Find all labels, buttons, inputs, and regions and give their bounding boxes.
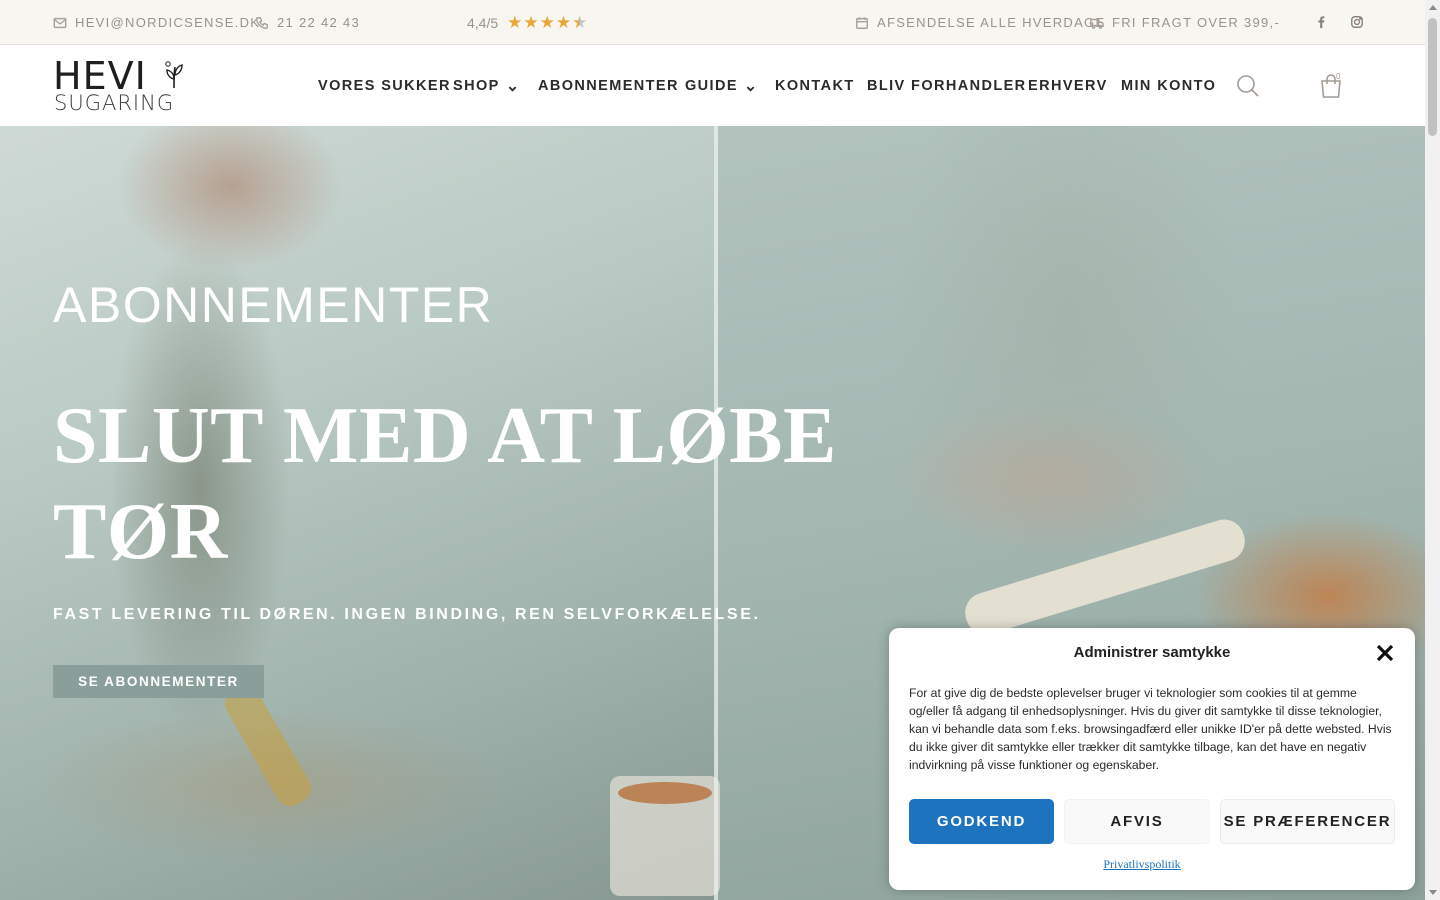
- nav-min-konto[interactable]: MIN KONTO: [1121, 45, 1216, 126]
- envelope-icon: [53, 17, 67, 28]
- nav-kontakt[interactable]: KONTAKT: [775, 45, 855, 126]
- preferences-button[interactable]: SE PRÆFERENCER: [1220, 799, 1395, 844]
- topbar-free-shipping-text: FRI FRAGT OVER 399,-: [1112, 15, 1281, 30]
- site-logo[interactable]: HEVI SUGARING: [53, 57, 188, 115]
- nav-shop[interactable]: SHOP: [453, 45, 517, 126]
- consent-body: For at give dig de bedste oplevelser bru…: [909, 686, 1392, 772]
- consent-title: Administrer samtykke: [1073, 644, 1231, 661]
- star-icon: ★: [523, 13, 539, 32]
- nav-vores-sukker[interactable]: VORES SUKKER: [318, 45, 451, 126]
- facebook-icon[interactable]: [1313, 14, 1329, 30]
- rating[interactable]: 4,4/5 ★ ★ ★ ★ ★: [467, 0, 587, 45]
- star-icon: ★: [507, 13, 523, 32]
- accept-button[interactable]: GODKEND: [909, 799, 1054, 844]
- half-star-icon: ★: [572, 13, 588, 32]
- rating-stars: ★ ★ ★ ★ ★: [507, 14, 587, 31]
- close-icon[interactable]: [1375, 643, 1395, 663]
- topbar-phone[interactable]: 21 22 42 43: [255, 0, 360, 45]
- nav-bliv-forhandler[interactable]: BLIV FORHANDLER: [867, 45, 1027, 126]
- top-bar: HEVI@NORDICSENSE.DK 21 22 42 43 4,4/5 ★ …: [0, 0, 1425, 45]
- scroll-up-arrow-icon[interactable]: [1429, 5, 1437, 10]
- truck-icon: [1090, 18, 1104, 29]
- leaf-icon: [165, 61, 183, 89]
- chevron-down-icon: [508, 81, 517, 92]
- cart-count-badge: 0: [1336, 72, 1341, 81]
- hero-title: SLUT MED AT LØBE TØR: [53, 392, 837, 576]
- deny-button[interactable]: AFVIS: [1064, 799, 1210, 844]
- hero-subtitle: FAST LEVERING TIL DØREN. INGEN BINDING, …: [53, 606, 761, 623]
- nav-label: GUIDE: [685, 77, 738, 94]
- instagram-icon[interactable]: [1349, 14, 1365, 30]
- logo-text-primary: HEVI: [53, 54, 147, 98]
- nav-erhverv[interactable]: ERHVERV: [1028, 45, 1108, 126]
- topbar-phone-text[interactable]: 21 22 42 43: [277, 15, 360, 30]
- scrollbar-thumb[interactable]: [1428, 18, 1437, 136]
- nav-label: SHOP: [453, 77, 500, 94]
- topbar-email[interactable]: HEVI@NORDICSENSE.DK: [53, 0, 260, 45]
- cookie-consent-dialog: Administrer samtykke For at give dig de …: [889, 628, 1415, 890]
- hero-decor: [610, 776, 720, 896]
- nav-abonnementer[interactable]: ABONNEMENTER: [538, 45, 679, 126]
- search-icon[interactable]: [1235, 73, 1261, 99]
- nav-label: KONTAKT: [775, 77, 855, 94]
- star-icon: ★: [539, 13, 555, 32]
- calendar-icon: [856, 16, 868, 29]
- topbar-shipping-days: AFSENDELSE ALLE HVERDAGE: [855, 0, 1105, 45]
- phone-icon: [256, 16, 268, 29]
- hero-eyebrow: ABONNEMENTER: [53, 277, 494, 333]
- privacy-policy-link[interactable]: Privatlivspolitik: [889, 857, 1395, 872]
- nav-label: ABONNEMENTER: [538, 77, 679, 94]
- nav-label: ERHVERV: [1028, 77, 1108, 94]
- nav-label: BLIV FORHANDLER: [867, 77, 1027, 94]
- chevron-down-icon: [746, 81, 755, 92]
- topbar-email-text[interactable]: HEVI@NORDICSENSE.DK: [75, 15, 260, 30]
- logo-text-secondary: SUGARING: [54, 91, 175, 115]
- rating-text: 4,4/5: [467, 14, 499, 31]
- nav-label: MIN KONTO: [1121, 77, 1217, 94]
- topbar-free-shipping: FRI FRAGT OVER 399,-: [1090, 0, 1280, 45]
- site-header: HEVI SUGARING VORES SUKKER SHOP ABONNEME…: [0, 45, 1425, 126]
- star-icon: ★: [555, 13, 572, 32]
- page-scrollbar[interactable]: [1425, 0, 1440, 900]
- nav-guide[interactable]: GUIDE: [685, 45, 755, 126]
- nav-label: VORES SUKKER: [318, 77, 451, 94]
- scroll-down-arrow-icon[interactable]: [1429, 890, 1437, 895]
- see-subscriptions-button[interactable]: SE ABONNEMENTER: [53, 665, 264, 698]
- topbar-shipping-days-text: AFSENDELSE ALLE HVERDAGE: [877, 15, 1106, 30]
